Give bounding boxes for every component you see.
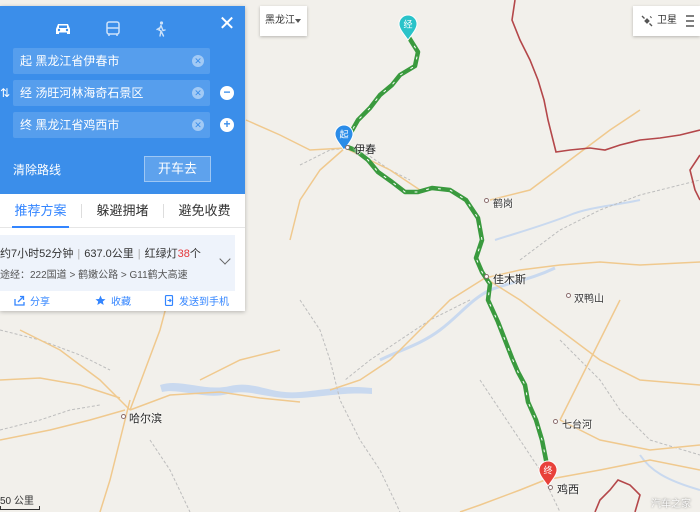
route-summary-line: 约7小时52分钟 | 637.0公里 | 红绿灯38个 (0, 248, 201, 260)
city-dot-yichun (345, 145, 350, 150)
route-actions: 分享 收藏 发送到手机 (0, 293, 245, 311)
traffic-lights-suffix: 个 (189, 248, 201, 260)
waypoint-field[interactable]: 经 汤旺河林海奇石景区 ✕ (13, 80, 210, 106)
map-tools: 卫星 (633, 6, 700, 36)
route-panel: ✕ 起 黑龙江省伊春市 ✕ ⇅ 经 汤旺河林海奇石景区 ✕ − 终 黑龙江省鸡西… (0, 6, 245, 311)
star-icon (95, 295, 106, 305)
tab-avoid-congestion[interactable]: 躲避拥堵 (82, 194, 163, 227)
add-waypoint-icon[interactable]: + (220, 118, 234, 132)
route-duration: 约7小时52分钟 (0, 248, 74, 260)
close-icon[interactable]: ✕ (217, 14, 237, 35)
tab-avoid-tolls[interactable]: 避免收费 (164, 194, 245, 227)
city-label-qitaihe[interactable]: 七台河 (562, 416, 592, 431)
route-via: 途经：222国道 > 鹤嫩公路 > G11鹤大高速 (0, 270, 188, 281)
city-label-jixi[interactable]: 鸡西 (557, 481, 579, 497)
traffic-lights-count: 38 (177, 248, 190, 260)
city-label-hegang[interactable]: 鹤岗 (493, 195, 513, 210)
share-icon (14, 295, 25, 306)
satellite-button[interactable]: 卫星 (641, 6, 677, 36)
city-label-jiamusi[interactable]: 佳木斯 (493, 271, 526, 287)
send-to-phone-label: 发送到手机 (179, 297, 229, 308)
end-field[interactable]: 终 黑龙江省鸡西市 ✕ (13, 112, 210, 138)
share-button[interactable]: 分享 (14, 293, 50, 308)
favorite-label: 收藏 (111, 297, 131, 308)
mode-bus-button[interactable] (98, 16, 128, 42)
city-label-shuangyashan[interactable]: 双鸭山 (574, 290, 604, 305)
send-to-phone-button[interactable]: 发送到手机 (164, 293, 229, 308)
clear-route-link[interactable]: 清除路线 (13, 161, 61, 178)
city-dot-jixi (548, 485, 553, 490)
city-dot-hegang (484, 198, 489, 203)
clear-waypoint-icon[interactable]: ✕ (192, 87, 204, 99)
travel-mode-row (0, 16, 245, 42)
city-dot-qitaihe (553, 419, 558, 424)
mode-car-button[interactable] (48, 16, 78, 42)
city-label-yichun[interactable]: 伊春 (354, 141, 376, 157)
tab-recommended[interactable]: 推荐方案 (0, 194, 81, 228)
city-label-harbin[interactable]: 哈尔滨 (129, 410, 162, 426)
route-panel-header: ✕ 起 黑龙江省伊春市 ✕ ⇅ 经 汤旺河林海奇石景区 ✕ − 终 黑龙江省鸡西… (0, 6, 245, 194)
waypoint-field-text: 经 汤旺河林海奇石景区 (20, 86, 144, 100)
route-summary[interactable]: 约7小时52分钟 | 637.0公里 | 红绿灯38个 途经：222国道 > 鹤嫩公路 … (0, 235, 235, 291)
clear-end-icon[interactable]: ✕ (192, 119, 204, 131)
chevron-down-icon[interactable] (219, 253, 231, 265)
scale-bar (0, 506, 40, 510)
city-dot-jiamusi (484, 274, 489, 279)
city-dot-harbin (121, 414, 126, 419)
start-field[interactable]: 起 黑龙江省伊春市 ✕ (13, 48, 210, 74)
remove-waypoint-icon[interactable]: − (220, 86, 234, 100)
send-to-phone-icon (164, 295, 174, 306)
satellite-label: 卫星 (657, 15, 677, 26)
walk-icon (156, 21, 166, 37)
route-option-tabs: 推荐方案 躲避拥堵 避免收费 (0, 194, 245, 228)
watermark: 汽车之家 (651, 499, 691, 510)
satellite-icon (641, 15, 653, 27)
end-field-text: 终 黑龙江省鸡西市 (20, 118, 120, 132)
share-label: 分享 (30, 297, 50, 308)
city-dot-shuangyashan (566, 293, 571, 298)
route-distance: 637.0公里 (84, 248, 134, 260)
waypoint-marker-label: 经 (403, 19, 412, 31)
start-field-text: 起 黑龙江省伊春市 (20, 54, 120, 68)
start-marker-label: 起 (339, 130, 348, 141)
favorite-button[interactable]: 收藏 (95, 293, 131, 308)
traffic-lights-prefix: 红绿灯 (144, 248, 178, 260)
clear-start-icon[interactable]: ✕ (192, 55, 204, 67)
car-icon (56, 24, 70, 34)
scale-label: 50 公里 (0, 496, 34, 507)
end-marker-label: 终 (543, 465, 552, 477)
bus-icon (106, 21, 120, 36)
caret-down-icon (295, 19, 301, 23)
region-label: 黑龙江 (265, 15, 295, 26)
drive-button[interactable]: 开车去 (144, 156, 211, 182)
region-selector[interactable]: 黑龙江 (260, 6, 307, 36)
swap-icon[interactable]: ⇅ (0, 86, 10, 100)
mode-walk-button[interactable] (146, 16, 176, 42)
more-icon[interactable] (685, 15, 695, 30)
